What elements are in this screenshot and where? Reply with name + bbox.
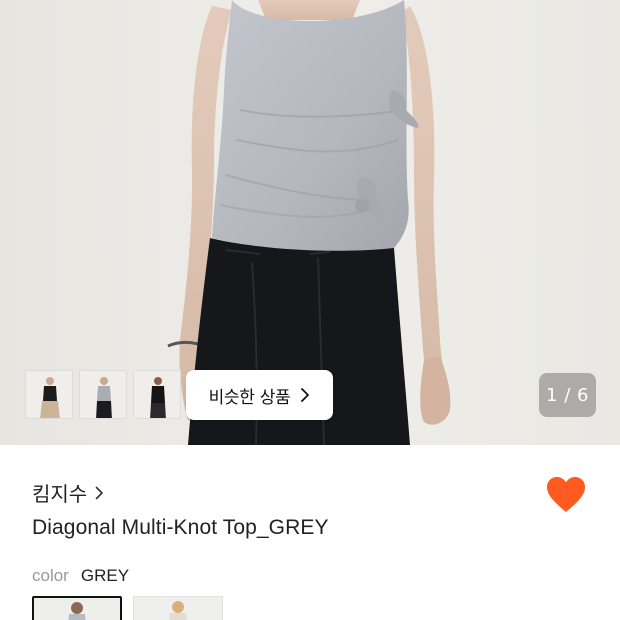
chevron-right-icon xyxy=(95,486,104,499)
color-swatch-ivory[interactable] xyxy=(133,596,223,620)
color-option: color GREY xyxy=(32,566,129,586)
similar-products-label: 비슷한 상품 xyxy=(208,387,291,408)
heart-icon[interactable] xyxy=(546,476,586,514)
image-counter: 1 / 6 xyxy=(539,373,596,417)
chevron-right-icon xyxy=(301,388,310,402)
brand-name: 킴지수 xyxy=(32,482,88,506)
option-value: GREY xyxy=(80,566,130,585)
thumbnail-2[interactable] xyxy=(79,370,127,419)
product-image-gallery[interactable]: 비슷한 상품 1 / 6 xyxy=(0,0,620,445)
thumbnail-1[interactable] xyxy=(25,370,73,419)
product-detail-page: 비슷한 상품 1 / 6 킴지수 Diagonal Multi-Knot Top… xyxy=(0,0,620,620)
similar-products-button[interactable]: 비슷한 상품 xyxy=(186,370,333,420)
option-label: color xyxy=(32,566,69,585)
thumbnail-3[interactable] xyxy=(133,370,181,419)
brand-link[interactable]: 킴지수 xyxy=(32,478,104,507)
product-title: Diagonal Multi-Knot Top_GREY xyxy=(32,516,329,539)
color-swatch-grey[interactable] xyxy=(32,596,122,620)
